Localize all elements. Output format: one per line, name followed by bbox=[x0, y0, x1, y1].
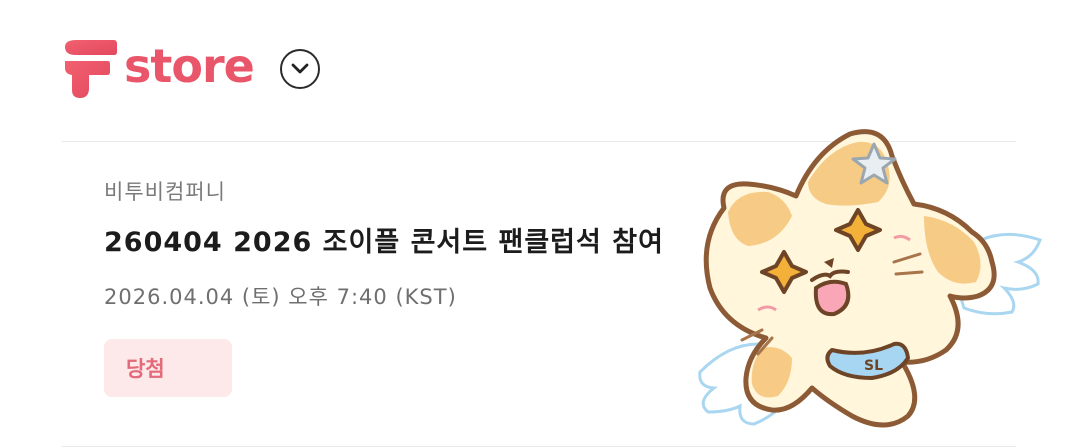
ticket-card[interactable]: 비투비컴퍼니 260404 2026 조이플 콘서트 팬클럽석 참여 2026.… bbox=[104, 176, 664, 397]
card-divider bbox=[62, 446, 1016, 447]
scarf-label: SL bbox=[864, 358, 883, 374]
winged-cat-sticker: SL bbox=[698, 129, 1042, 428]
status-badge: 당첨 bbox=[104, 339, 232, 397]
store-header: store bbox=[62, 36, 320, 102]
cat-open-mouth bbox=[813, 279, 851, 317]
ticket-title[interactable]: 260404 2026 조이플 콘서트 팬클럽석 참여 bbox=[104, 220, 664, 259]
store-logo-icon bbox=[65, 40, 117, 98]
chevron-down-icon bbox=[291, 63, 309, 74]
vendor-name: 비투비컴퍼니 bbox=[104, 180, 226, 204]
store-logo-text[interactable]: store bbox=[124, 43, 255, 89]
ticket-datetime: 2026.04.04 (토) 오후 7:40 (KST) bbox=[104, 285, 457, 309]
store-dropdown-button[interactable] bbox=[279, 49, 320, 89]
